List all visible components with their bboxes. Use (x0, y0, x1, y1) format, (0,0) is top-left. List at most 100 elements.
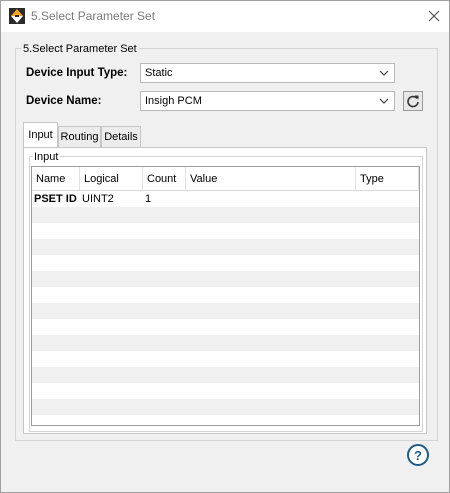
table-row[interactable] (32, 239, 419, 255)
device-name-select[interactable]: Insigh PCM (140, 91, 395, 111)
close-icon (428, 10, 440, 22)
table-row[interactable] (32, 367, 419, 383)
window-title: 5.Select Parameter Set (31, 9, 156, 23)
cell-logical (80, 207, 143, 223)
cell-count (143, 319, 186, 335)
cell-count (143, 255, 186, 271)
cell-type (356, 287, 419, 303)
device-input-type-select[interactable]: Static (140, 63, 395, 83)
cell-count: 1 (145, 193, 152, 205)
cell-logical: UINT2 (82, 193, 114, 205)
table-row[interactable] (32, 207, 419, 223)
help-icon: ? (414, 447, 422, 463)
cell-type (356, 223, 419, 239)
cell-name (32, 351, 80, 367)
column-header-logical[interactable]: Logical (80, 167, 143, 190)
table-row[interactable] (32, 399, 419, 415)
cell-value (186, 223, 356, 239)
table-row[interactable] (32, 319, 419, 335)
cell-count (143, 383, 186, 399)
device-name-label: Device Name: (26, 95, 102, 107)
cell-logical (80, 319, 143, 335)
table-row[interactable] (32, 335, 419, 351)
column-header-count[interactable]: Count (143, 167, 186, 190)
cell-value (186, 255, 356, 271)
table-row[interactable] (32, 223, 419, 239)
cell-name (32, 319, 80, 335)
cell-name (32, 335, 80, 351)
refresh-icon (407, 95, 419, 108)
refresh-button[interactable] (403, 91, 423, 111)
cell-count (143, 335, 186, 351)
cell-name (32, 383, 80, 399)
tab-input[interactable]: Input (23, 122, 58, 147)
input-group-title: Input (33, 151, 60, 163)
group-title: 5.Select Parameter Set (21, 43, 139, 55)
column-header-value[interactable]: Value (186, 167, 356, 190)
cell-count (143, 351, 186, 367)
chevron-down-icon (374, 64, 394, 82)
cell-count (143, 207, 186, 223)
cell-type (356, 207, 419, 223)
table-row[interactable] (32, 351, 419, 367)
cell-value (186, 303, 356, 319)
tab-details[interactable]: Details (101, 126, 141, 147)
device-input-type-label: Device Input Type: (26, 67, 128, 79)
app-logo-icon (9, 8, 25, 24)
table-row[interactable] (32, 271, 419, 287)
cell-logical (80, 239, 143, 255)
cell-count (143, 223, 186, 239)
cell-type (356, 255, 419, 271)
grid-header: Name Logical Count Value Type (32, 167, 419, 191)
cell-count (143, 271, 186, 287)
cell-type (356, 271, 419, 287)
cell-type (356, 383, 419, 399)
cell-value (186, 399, 356, 415)
cell-logical (80, 335, 143, 351)
cell-value (186, 287, 356, 303)
table-row[interactable] (32, 383, 419, 399)
device-name-value: Insigh PCM (145, 95, 202, 107)
title-bar: 5.Select Parameter Set (1, 1, 449, 32)
cell-type (356, 367, 419, 383)
cell-value (186, 335, 356, 351)
table-row[interactable] (32, 255, 419, 271)
cell-name (32, 303, 80, 319)
cell-name (32, 223, 80, 239)
chevron-down-icon (374, 92, 394, 110)
column-header-name[interactable]: Name (32, 167, 80, 190)
cell-type (356, 303, 419, 319)
cell-count (143, 367, 186, 383)
cell-value (186, 367, 356, 383)
grid-body: PSET ID UINT2 1 (32, 191, 419, 415)
table-row[interactable]: PSET ID UINT2 1 (32, 191, 419, 207)
cell-name (32, 399, 80, 415)
cell-value (186, 351, 356, 367)
cell-value (186, 207, 356, 223)
cell-logical (80, 399, 143, 415)
cell-count (143, 399, 186, 415)
cell-type (356, 239, 419, 255)
cell-count (143, 287, 186, 303)
cell-logical (80, 287, 143, 303)
cell-logical (80, 351, 143, 367)
table-row[interactable] (32, 287, 419, 303)
cell-name (32, 271, 80, 287)
cell-type (356, 319, 419, 335)
cell-name (32, 367, 80, 383)
input-grid[interactable]: Name Logical Count Value Type PSET ID UIN… (31, 166, 420, 426)
cell-logical (80, 303, 143, 319)
cell-type (356, 399, 419, 415)
cell-value (186, 191, 356, 207)
column-header-type[interactable]: Type (356, 167, 419, 190)
cell-type (356, 191, 419, 207)
cell-logical (80, 271, 143, 287)
tab-routing[interactable]: Routing (58, 126, 101, 147)
cell-logical (80, 223, 143, 239)
cell-type (356, 335, 419, 351)
table-row[interactable] (32, 303, 419, 319)
cell-name (32, 287, 80, 303)
cell-value (186, 239, 356, 255)
close-button[interactable] (419, 1, 449, 31)
help-button[interactable]: ? (407, 444, 429, 466)
